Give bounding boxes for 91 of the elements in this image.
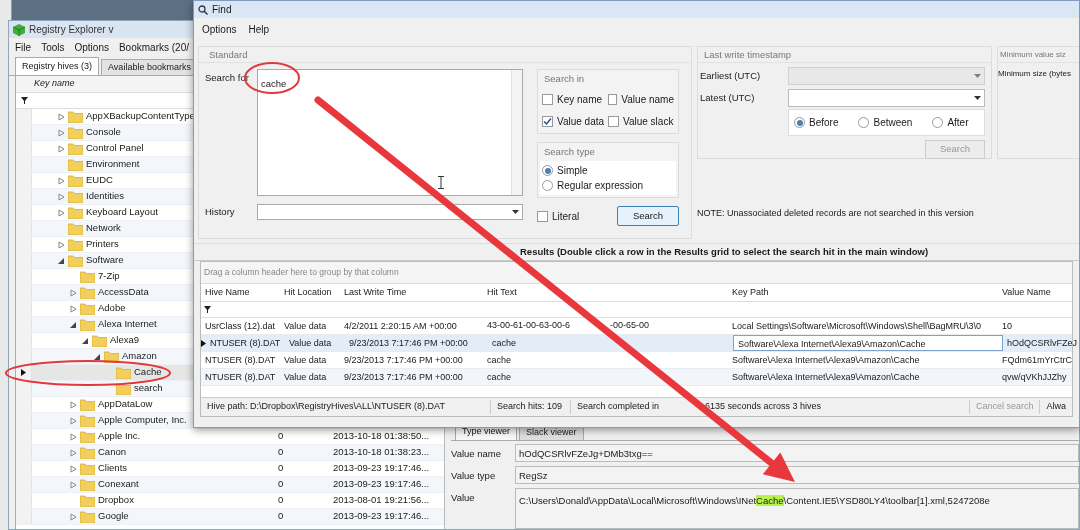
table-cell-text: 0 (278, 445, 285, 460)
table-cell-text: qvw/qVKhJJZhy (1001, 371, 1068, 384)
table-cell-text: 0 (278, 509, 285, 524)
table-cell-text: 0 (278, 429, 285, 444)
field-label: Minimum size (bytes (998, 68, 1072, 80)
checkbox-label: Value data (557, 115, 605, 129)
tree-item-label: 7-Zip (98, 269, 120, 284)
table-cell: 2013-09-23 19:17:46... (333, 509, 430, 524)
table-cell-text: Software\Alexa Internet\Alexa9\Amazon\Cache (731, 354, 921, 367)
status-text: Search completed in (576, 400, 661, 414)
results-heading: Results (Double click a row in the Results grid to select the search hit in the main window) (520, 244, 929, 259)
tree-item-label: Adobe (98, 301, 126, 316)
tree-item-label: Alexa Internet (98, 317, 157, 332)
group-heading: Last write timestamp (698, 47, 991, 63)
table-cell: 2013-09-23 19:17:46... (333, 477, 430, 492)
table-cell-text: Software\Alexa Internet\Alexa9\Amazon\Cache (731, 371, 921, 384)
table-cell: 2013-09-23 19:17:46... (333, 461, 430, 476)
checkbox-label: Value slack (623, 115, 674, 129)
tree-item-label: AccessData (98, 285, 149, 300)
note-text: NOTE: Unassociated deleted records are not searched in this version (697, 207, 975, 220)
table-cell-text: cache (486, 371, 513, 384)
status-text: Search hits: 109 (491, 400, 571, 414)
field-label: Value type (451, 469, 497, 483)
group-heading: Search type (543, 145, 596, 159)
table-cell-text: Local Settings\Software\Microsoft\Windows\Shell\BagMRU\3\0 (731, 320, 983, 333)
field-label: History (205, 204, 236, 219)
field-label: Earliest (UTC) (699, 68, 762, 83)
table-cell-text: -00-65-00 (610, 319, 650, 333)
table-cell-text: cache (491, 337, 518, 350)
tree-item-label: Dropbox (98, 493, 134, 508)
tree-item-label: Environment (86, 157, 140, 172)
group-heading: Minimum value siz (998, 47, 1079, 63)
table-cell-text: Value data (283, 371, 328, 384)
field-label: Value name (451, 447, 502, 461)
table-cell-text: 0 (278, 477, 285, 492)
tree-item-label: Amazon (122, 349, 157, 364)
tree-item-label: Clients (98, 461, 128, 476)
table-cell-text: NTUSER (8).DAT (204, 371, 277, 384)
field-label: Latest (UTC) (699, 90, 756, 105)
tree-item-label: Keyboard Layout (86, 205, 158, 220)
tree-item-label: Console (86, 125, 121, 140)
table-cell-text: NTUSER (8).DAT (204, 354, 277, 367)
tree-item-label: AppXBackupContentType (86, 109, 195, 124)
table-cell-text: 0 (278, 461, 285, 476)
checkbox-label: Key name (557, 93, 603, 107)
table-cell-text: 43-00-61-00-63-00-6 (487, 319, 571, 333)
tree-item-label: Cache (134, 365, 162, 380)
radio-label: After (947, 116, 969, 130)
table-cell-text: FQdm61mYrCtrC (1001, 354, 1073, 367)
table-cell-text: Value data (283, 320, 328, 333)
radio-label: Before (809, 116, 839, 130)
tree-item-label: Printers (86, 237, 119, 252)
table-cell-text: cache (486, 354, 513, 367)
tree-item-label: Control Panel (86, 141, 144, 156)
tree-item-label: Identities (86, 189, 125, 204)
table-cell-text: Value data (283, 354, 328, 367)
table-cell-text: NTUSER (8).DAT (209, 337, 282, 350)
tree-item-label: Network (86, 221, 121, 236)
checkbox-label: Literal (552, 209, 580, 224)
table-cell-text: UsrClass (12).dat (204, 320, 277, 333)
table-cell-text: hOdQCSRlvFZeJ (1006, 337, 1078, 350)
tree-item-label: Canon (98, 445, 126, 460)
table-cell: 2013-10-18 01:38:23... (333, 445, 430, 460)
group-by-hint: Drag a column header here to group by that column (204, 266, 399, 279)
group-heading: Search in (543, 72, 586, 86)
table-cell: 2013-08-01 19:21:56... (333, 493, 430, 508)
table-cell-text: Value data (288, 337, 333, 350)
tree-item-label: Google (98, 509, 129, 524)
window-title: Registry Explorer v (29, 23, 114, 37)
tree-item-label: AppDataLow (98, 397, 153, 412)
table-cell-text: 0 (278, 493, 285, 508)
field-label: Value (451, 491, 476, 505)
tree-item-label: Apple Computer, Inc. (98, 413, 187, 428)
group-heading: Standard (199, 47, 691, 63)
checkbox-label: Value name (621, 93, 674, 107)
radio-label: Regular expression (557, 179, 644, 193)
tree-item-label: Software (86, 253, 124, 268)
table-cell-text: 10 (1001, 320, 1013, 333)
table-cell: Software\Alexa Internet\Alexa9\Amazon\Cache (733, 335, 1003, 351)
status-text: Alwa (1039, 400, 1072, 414)
table-cell: 2013-10-18 01:38:50... (333, 429, 430, 444)
table-cell-text: 9/23/2013 7:17:46 PM +00:00 (343, 371, 464, 384)
radio-label: Simple (557, 164, 588, 178)
tree-item-label: EUDC (86, 173, 113, 188)
window-title: Find (212, 3, 232, 17)
status-text: Hive path: D:\Dropbox\RegistryHives\ALL\NTUSER (8).DAT (201, 400, 491, 414)
radio-label: Between (873, 116, 913, 130)
tree-item-label: Apple Inc. (98, 429, 141, 444)
tree-item-label: Alexa9 (110, 333, 140, 348)
tree-item-label: search (134, 381, 163, 396)
tree-item-label: Conexant (98, 477, 139, 492)
